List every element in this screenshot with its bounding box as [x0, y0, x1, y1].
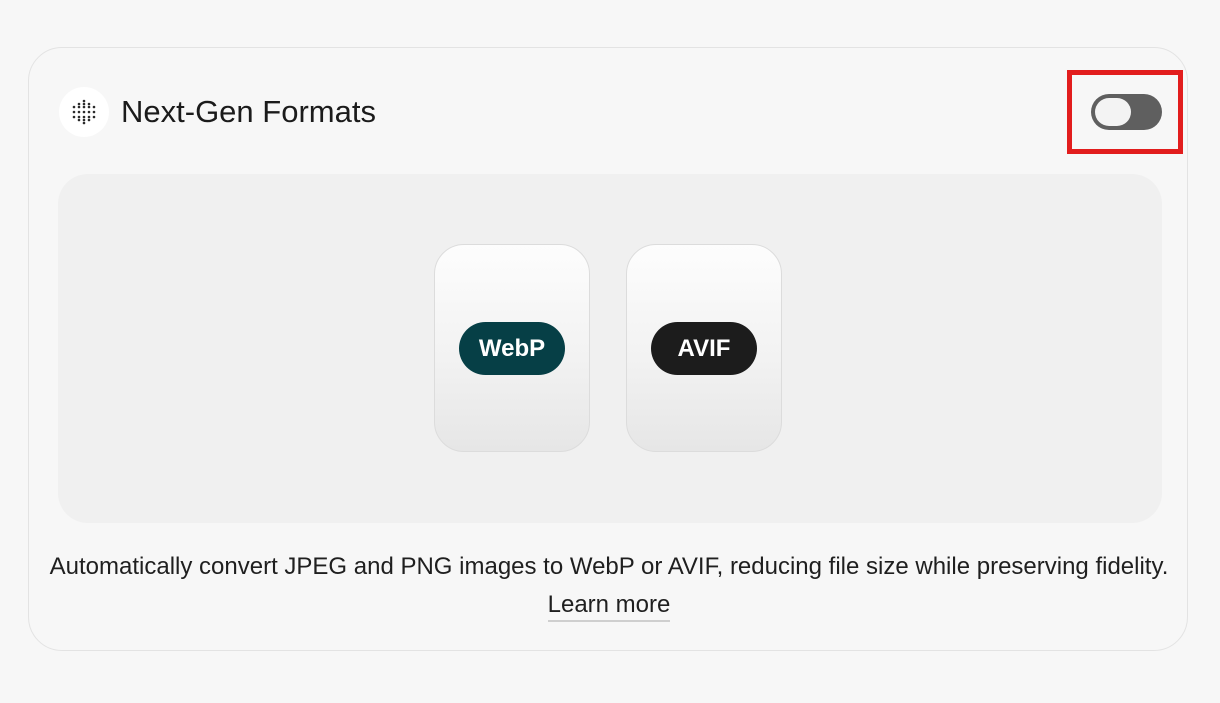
toggle-knob	[1095, 98, 1131, 126]
description-text: Automatically convert JPEG and PNG image…	[49, 553, 1169, 580]
card-title: Next-Gen Formats	[121, 94, 376, 129]
dot-grid-graphic	[72, 99, 96, 125]
format-preview-area: WebP AVIF	[58, 174, 1162, 523]
avif-badge: AVIF	[651, 322, 757, 375]
webp-badge: WebP	[459, 322, 565, 375]
next-gen-formats-card: Next-Gen Formats WebP AVIF Automatically…	[28, 47, 1188, 651]
webp-format-card: WebP	[434, 244, 590, 452]
description: Automatically convert JPEG and PNG image…	[49, 548, 1169, 624]
enable-toggle[interactable]	[1091, 94, 1162, 130]
avif-format-card: AVIF	[626, 244, 782, 452]
learn-more-link[interactable]: Learn more	[547, 591, 671, 622]
dot-grid-icon	[59, 87, 109, 137]
